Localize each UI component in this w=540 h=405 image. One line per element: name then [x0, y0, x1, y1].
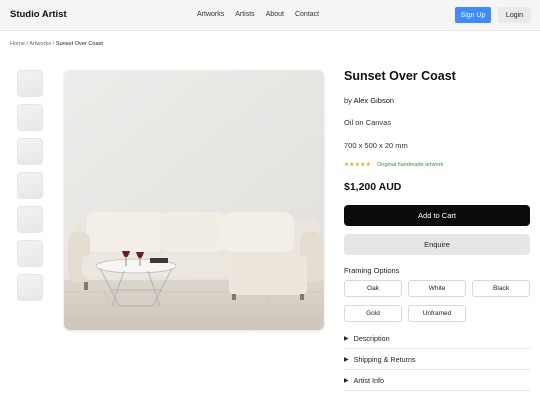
- add-to-cart-button[interactable]: Add to Cart: [344, 205, 530, 226]
- sofa-room-illustration: [64, 70, 324, 330]
- framing-option-gold[interactable]: Gold: [344, 305, 402, 322]
- breadcrumb-current: Sunset Over Coast: [55, 41, 103, 47]
- product-dimensions: 700 x 500 x 20 mm: [344, 141, 408, 150]
- product-main-image[interactable]: [64, 70, 324, 330]
- artist-prefix: by: [344, 96, 354, 105]
- triangle-right-icon: ▶: [344, 378, 349, 384]
- main-nav: Artworks Artists About Contact: [197, 11, 319, 18]
- nav-link-about[interactable]: About: [266, 11, 284, 18]
- triangle-right-icon: ▶: [344, 357, 349, 363]
- thumbnail-5[interactable]: [17, 206, 43, 233]
- artist-name[interactable]: Alex Gibson: [354, 96, 394, 105]
- rating-note: Original handmade artwork: [377, 162, 444, 168]
- star-rating-icon: ★★★★★: [344, 162, 372, 168]
- framing-option-white[interactable]: White: [408, 280, 466, 297]
- product-title: Sunset Over Coast: [344, 69, 456, 83]
- nav-link-artists[interactable]: Artists: [235, 11, 254, 18]
- thumbnail-7[interactable]: [17, 274, 43, 301]
- enquire-button[interactable]: Enquire: [344, 234, 530, 255]
- framing-option-black[interactable]: Black: [472, 280, 530, 297]
- thumbnail-1[interactable]: [17, 70, 43, 97]
- thumbnail-2[interactable]: [17, 104, 43, 131]
- login-button[interactable]: Login: [498, 7, 531, 23]
- thumbnail-list: [17, 70, 43, 301]
- framing-option-unframed[interactable]: Unframed: [408, 305, 466, 322]
- rating-row: ★★★★★ Original handmade artwork: [344, 162, 443, 168]
- thumbnail-6[interactable]: [17, 240, 43, 267]
- accordion-artist-info[interactable]: ▶ Artist Info: [344, 371, 530, 391]
- accordion-description-label: Description: [353, 334, 390, 343]
- sign-up-button[interactable]: Sign Up: [455, 7, 491, 23]
- breadcrumb-home[interactable]: Home: [10, 41, 25, 47]
- artist-line: by Alex Gibson: [344, 96, 394, 105]
- brand-logo[interactable]: Studio Artist: [10, 9, 67, 20]
- framing-option-oak[interactable]: Oak: [344, 280, 402, 297]
- thumbnail-3[interactable]: [17, 138, 43, 165]
- product-medium: Oil on Canvas: [344, 118, 392, 127]
- breadcrumb-artworks[interactable]: Artworks: [29, 41, 51, 47]
- accordion-description[interactable]: ▶ Description: [344, 329, 530, 349]
- accordion-shipping-label: Shipping & Returns: [353, 355, 416, 364]
- triangle-right-icon: ▶: [344, 336, 349, 342]
- breadcrumb: Home / Artworks / Sunset Over Coast: [10, 41, 103, 47]
- accordion-artist-info-label: Artist Info: [353, 376, 384, 385]
- accordion-shipping-returns[interactable]: ▶ Shipping & Returns: [344, 350, 530, 370]
- nav-link-contact[interactable]: Contact: [295, 11, 319, 18]
- product-price: $1,200 AUD: [344, 181, 402, 193]
- nav-link-artworks[interactable]: Artworks: [197, 11, 224, 18]
- thumbnail-4[interactable]: [17, 172, 43, 199]
- top-navbar: Studio Artist Artworks Artists About Con…: [0, 0, 540, 31]
- framing-options-label: Framing Options: [344, 266, 400, 275]
